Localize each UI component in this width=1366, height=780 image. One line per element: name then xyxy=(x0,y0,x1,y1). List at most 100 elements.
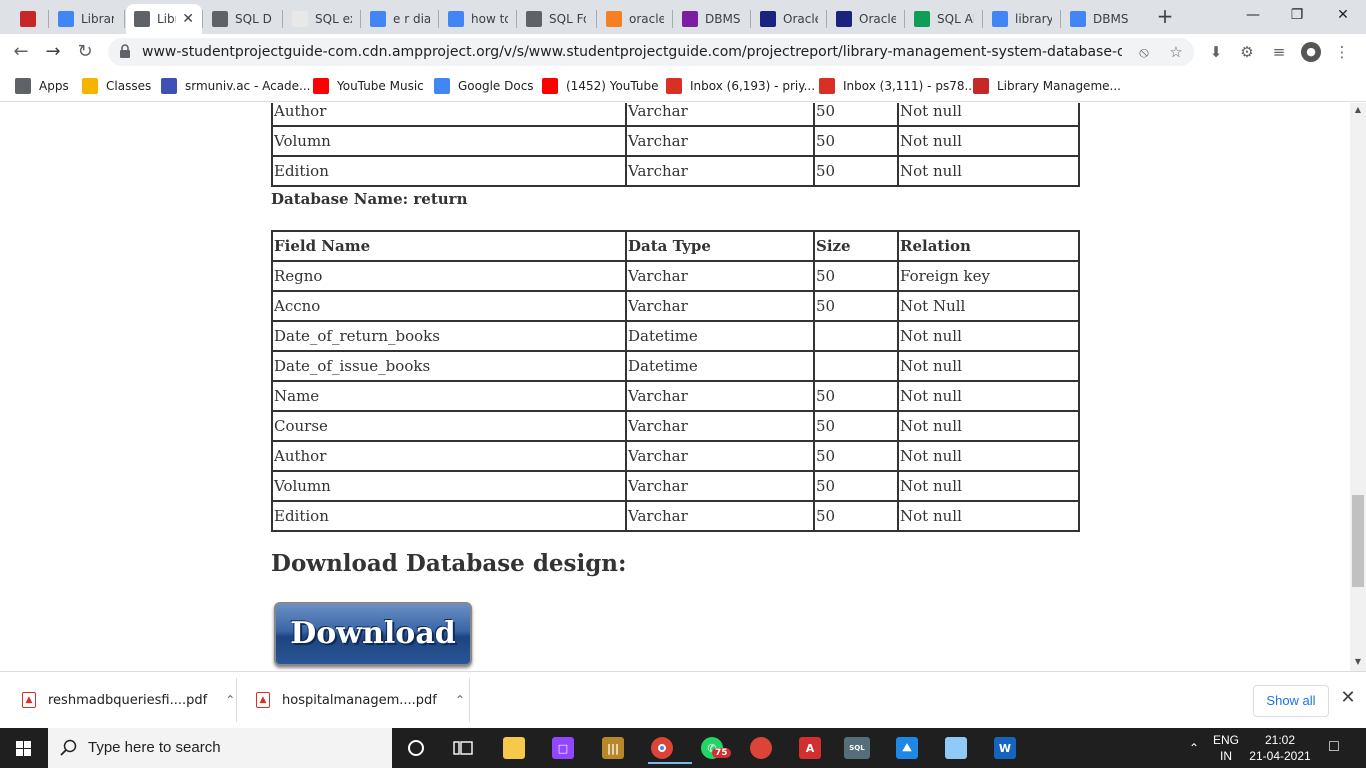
scrollbar-thumb[interactable] xyxy=(1352,495,1364,587)
cell-field-name: Date_of_issue_books xyxy=(271,350,627,382)
language-indicator[interactable]: ENG IN xyxy=(1210,732,1242,772)
browser-tab[interactable]: how to xyxy=(440,4,516,34)
new-tab-button[interactable]: + xyxy=(1154,6,1176,28)
bookmark-item[interactable]: Classes xyxy=(82,76,151,96)
close-downloads-icon[interactable]: ✕ xyxy=(1338,688,1358,708)
cortana-icon[interactable] xyxy=(400,732,432,764)
cell-size: 50 xyxy=(813,290,899,322)
twitch-icon[interactable]: □ xyxy=(547,732,579,764)
browser-tab[interactable]: Oracle xyxy=(752,4,826,34)
clock[interactable]: 21:02 21-04-2021 xyxy=(1248,732,1312,772)
chrome-icon[interactable] xyxy=(646,732,692,764)
task-view-icon[interactable] xyxy=(447,732,479,764)
browser-tab[interactable]: DBMS xyxy=(1062,4,1138,34)
photos-icon[interactable]: ⛰ xyxy=(891,732,923,764)
taskbar-search-box[interactable]: Type here to search xyxy=(48,728,392,768)
tab-title: SQL AL xyxy=(937,12,974,26)
cell-relation: Not null xyxy=(897,410,1080,442)
bookmark-item[interactable]: Inbox (6,193) - priy... xyxy=(666,76,815,96)
forward-icon[interactable]: → xyxy=(41,40,65,64)
browser-tab[interactable]: DBMS xyxy=(674,4,750,34)
bookmark-item[interactable]: (1452) YouTube xyxy=(542,76,659,96)
browser-tab[interactable]: Libr ✕ xyxy=(126,4,202,34)
download-item[interactable]: ▲ reshmadbqueriesfi....pdf ⌃ xyxy=(22,672,235,728)
url-text: www-studentprojectguide-com.cdn.ampproje… xyxy=(142,44,1122,60)
bookmark-item[interactable]: Apps xyxy=(15,76,69,96)
media-icon[interactable]: ≡ xyxy=(1269,42,1289,62)
cell-field-name: Accno xyxy=(271,290,627,322)
download-button[interactable]: Download xyxy=(274,602,472,666)
bookmark-item[interactable]: srmuniv.ac - Acade... xyxy=(161,76,311,96)
windows-logo-icon xyxy=(16,741,31,756)
acrobat-icon[interactable]: A xyxy=(794,732,826,764)
page-scrollbar[interactable]: ▲ ▼ xyxy=(1350,103,1366,671)
tab-separator xyxy=(48,10,49,28)
chrome-profile-icon[interactable] xyxy=(745,732,777,764)
bookmark-item[interactable]: Google Docs xyxy=(434,76,534,96)
browser-tab[interactable]: Oracle xyxy=(828,4,904,34)
notepad-icon[interactable] xyxy=(940,732,972,764)
minimize-button[interactable]: — xyxy=(1230,0,1276,30)
browser-tab[interactable]: SQL ex xyxy=(284,4,360,34)
browser-tab[interactable]: SQL Fo xyxy=(518,4,594,34)
library-management-favicon-icon xyxy=(20,11,36,27)
cell-data-type: Varchar xyxy=(625,103,815,127)
database-name-label: Database Name: return xyxy=(271,190,468,208)
menu-icon[interactable]: ⋮ xyxy=(1332,42,1352,62)
cell-relation: Not null xyxy=(897,440,1080,472)
browser-tab[interactable]: oracle xyxy=(598,4,672,34)
whatsapp-icon[interactable]: ✆ 75 xyxy=(696,732,731,764)
cell-size: 50 xyxy=(813,380,899,412)
cell-field-name: Author xyxy=(271,440,627,472)
file-explorer-icon[interactable] xyxy=(498,732,530,764)
browser-tab[interactable]: library xyxy=(984,4,1060,34)
tab-separator xyxy=(672,10,673,28)
library-favicon-icon xyxy=(58,11,74,27)
chevron-up-icon[interactable]: ⌃ xyxy=(225,693,235,707)
tab-title: Oracle xyxy=(783,12,818,26)
scroll-down-arrow-icon[interactable]: ▼ xyxy=(1350,657,1366,666)
browser-tab[interactable] xyxy=(12,4,42,34)
browser-tab[interactable]: Library xyxy=(50,4,122,34)
browser-tab[interactable]: e r diag xyxy=(362,4,438,34)
bookmark-item[interactable]: Inbox (3,111) - ps78... xyxy=(819,76,976,96)
show-all-button[interactable]: Show all xyxy=(1253,685,1329,717)
cell-field-name: Author xyxy=(271,103,627,127)
cell-field-name: Edition xyxy=(271,500,627,532)
cell-size: 50 xyxy=(813,440,899,472)
w3r-favicon-icon xyxy=(292,11,308,27)
search-icon xyxy=(60,739,77,756)
close-tab-icon[interactable]: ✕ xyxy=(182,11,194,27)
chevron-up-icon[interactable]: ⌃ xyxy=(455,693,465,707)
profile-avatar[interactable]: ● xyxy=(1301,42,1321,62)
chevron-up-icon[interactable]: ⌃ xyxy=(1182,740,1206,780)
tracking-icon[interactable]: ⦸ xyxy=(1134,42,1154,62)
bookmark-star-icon[interactable]: ☆ xyxy=(1166,42,1186,62)
table-row: Name Varchar 50 Not null xyxy=(271,380,1080,412)
bookmark-item[interactable]: Library Manageme... xyxy=(973,76,1121,96)
cell-field-name: Edition xyxy=(271,155,627,187)
reload-icon[interactable]: ↻ xyxy=(73,40,97,64)
word-icon[interactable]: W xyxy=(989,732,1021,764)
sql-plus-icon[interactable]: SQL xyxy=(841,732,873,764)
cell-relation: Not null xyxy=(897,320,1080,352)
browser-tab[interactable]: SQL Da xyxy=(204,4,280,34)
browser-tab[interactable]: SQL AL xyxy=(906,4,982,34)
notification-icon[interactable]: □ xyxy=(1320,739,1348,779)
download-item[interactable]: ▲ hospitalmanagem....pdf ⌃ xyxy=(256,672,465,728)
extensions-icon[interactable]: ⚙ xyxy=(1237,42,1257,62)
cell-field-name: Volumn xyxy=(271,470,627,502)
cell-data-type: Datetime xyxy=(625,320,815,352)
restore-button[interactable]: ❐ xyxy=(1274,0,1320,30)
youtube-music-icon xyxy=(313,78,329,94)
download-icon[interactable]: ⬇ xyxy=(1206,42,1226,62)
address-bar[interactable]: www-studentprojectguide-com.cdn.ampproje… xyxy=(108,38,1194,66)
start-button[interactable] xyxy=(0,728,48,768)
back-icon[interactable]: ← xyxy=(9,40,33,64)
tab-separator xyxy=(1060,10,1061,28)
bookmark-item[interactable]: YouTube Music xyxy=(313,76,424,96)
books-icon[interactable]: ||| xyxy=(597,732,629,764)
tab-separator xyxy=(202,10,203,28)
scroll-up-arrow-icon[interactable]: ▲ xyxy=(1350,105,1366,114)
close-window-button[interactable]: ✕ xyxy=(1320,0,1366,30)
